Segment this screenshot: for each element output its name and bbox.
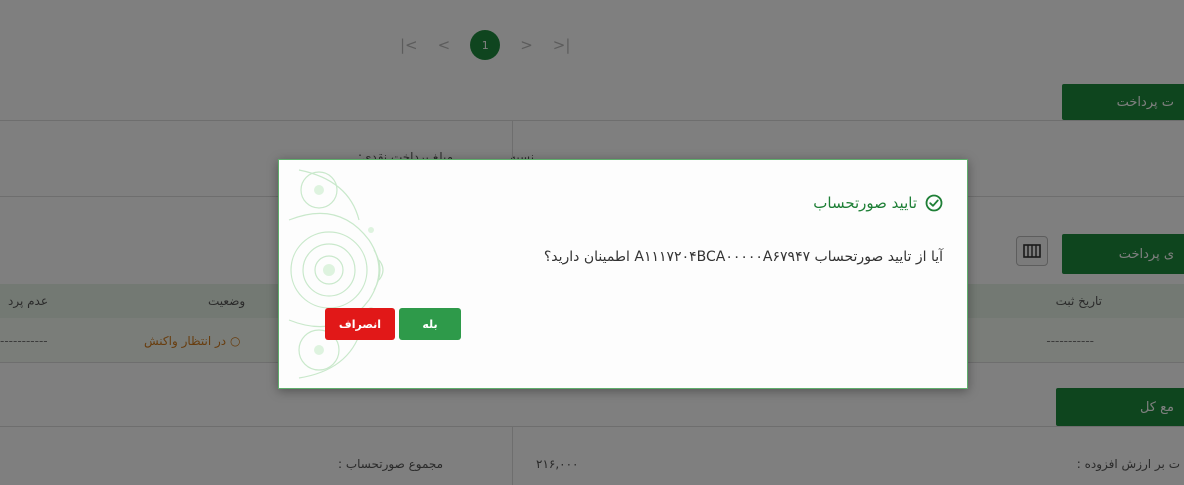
confirm-button[interactable]: بله: [399, 308, 461, 340]
check-circle-icon: [925, 194, 943, 212]
dialog-message: آیا از تایید صورتحساب A۱۱۱۷۲۰۴BCA۰۰۰۰۰A۶…: [543, 249, 943, 265]
floral-ornament-icon: [288, 169, 384, 379]
confirm-invoice-dialog: تایید صورتحساب آیا از تایید صورتحساب A۱۱…: [278, 159, 968, 389]
dialog-title-text: تایید صورتحساب: [813, 194, 917, 212]
cancel-button[interactable]: انصراف: [325, 308, 395, 340]
dialog-title: تایید صورتحساب: [813, 194, 943, 212]
